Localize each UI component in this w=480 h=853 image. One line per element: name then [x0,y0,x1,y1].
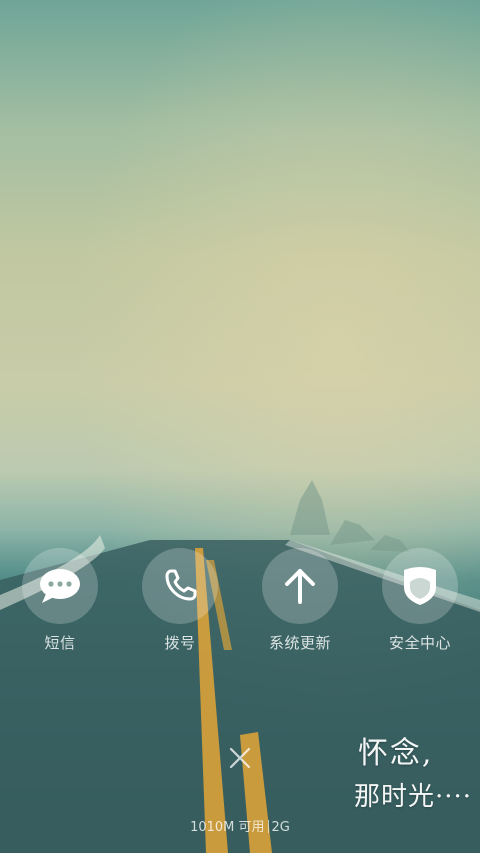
app-sms-circle[interactable] [22,548,98,624]
status-divider [267,820,269,833]
memory-status: 1010M 可用 2G [0,816,480,835]
app-security-center[interactable]: 安全中心 [360,548,480,653]
app-system-update-circle[interactable] [262,548,338,624]
distant-trees [290,480,410,552]
lock-screen: 短信 拨号 系统更新 安全中心 怀念, 那时光···· 1010M 可用 2G [0,0,480,853]
app-security-center-circle[interactable] [382,548,458,624]
poem-line-2: 那时光···· [353,782,472,812]
close-icon[interactable] [228,746,252,770]
memory-available: 1010M 可用 [190,820,265,835]
app-system-update[interactable]: 系统更新 [240,548,360,653]
shortcut-row: 短信 拨号 系统更新 安全中心 [0,548,480,658]
app-sms[interactable]: 短信 [0,548,120,653]
poem-line-1: 怀念, [357,736,434,771]
app-dialer-label: 拨号 [164,634,196,652]
arrow-up-icon [285,569,315,604]
app-security-center-label: 安全中心 [388,634,451,652]
shield-icon [404,567,436,605]
app-sms-label: 短信 [44,634,76,652]
app-dialer[interactable]: 拨号 [120,548,240,653]
app-dialer-circle[interactable] [142,548,218,624]
network-type: 2G [271,820,290,835]
app-system-update-label: 系统更新 [268,634,331,652]
chat-bubble-icon [40,569,80,603]
wallpaper-poem: 怀念, 那时光···· [354,728,472,813]
phone-icon [165,569,197,601]
wallpaper-road [0,480,480,853]
